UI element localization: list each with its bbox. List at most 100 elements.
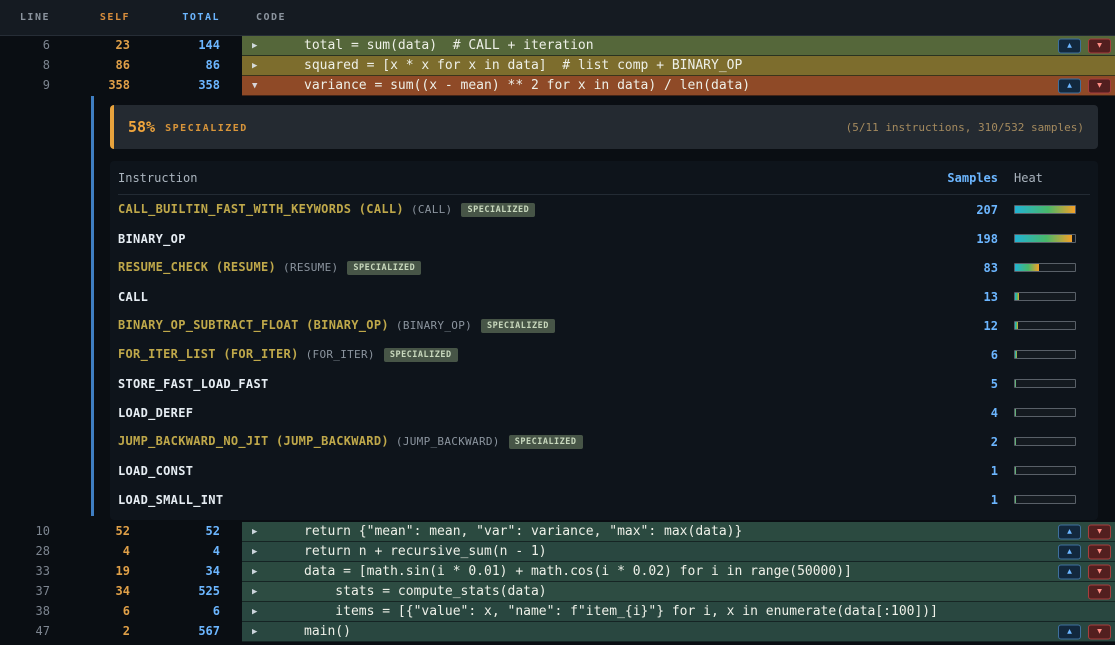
move-down-button[interactable]: ▼ [1088,524,1111,539]
heat-bar-fill [1015,409,1016,416]
heat-bar-fill [1015,467,1016,474]
heat-cell [998,408,1090,417]
heat-bar-fill [1015,351,1017,358]
profiler-app: LINE SELF TOTAL CODE 6 23 144 ▶ total = … [0,0,1115,645]
samples-count: 207 [928,203,998,217]
line-number: 9 [0,76,60,96]
expander-icon[interactable]: ▼ [252,81,268,91]
move-up-button[interactable]: ▲ [1058,564,1081,579]
instruction-row: LOAD_DEREF 4 [118,398,1090,427]
line-number: 28 [0,542,60,562]
total-samples: 34 [140,562,230,582]
expander-icon[interactable]: ▶ [252,41,268,51]
code-cell: ▼ variance = sum((x - mean) ** 2 for x i… [242,76,1115,96]
heat-bar-fill [1015,264,1039,271]
move-down-button[interactable]: ▼ [1088,78,1111,93]
code-line-row[interactable]: 9 358 358 ▼ variance = sum((x - mean) **… [0,76,1115,96]
heat-bar-track [1014,437,1076,446]
expander-icon[interactable]: ▶ [252,527,268,537]
heat-bar-track [1014,321,1076,330]
heat-cell [998,234,1090,243]
instruction-base-opcode: (CALL) [411,203,453,216]
heat-bar-track [1014,408,1076,417]
instruction-name: LOAD_CONST [118,464,928,478]
instruction-table-header: Instruction Samples Heat [118,161,1090,195]
column-header-code: CODE [230,12,286,23]
move-down-button[interactable]: ▼ [1088,584,1111,599]
expander-icon[interactable]: ▶ [252,587,268,597]
instruction-name: RESUME_CHECK (RESUME)(RESUME)SPECIALIZED [118,260,928,275]
self-samples: 2 [60,622,140,642]
instruction-row: RESUME_CHECK (RESUME)(RESUME)SPECIALIZED… [118,253,1090,282]
instruction-row: STORE_FAST_LOAD_FAST 5 [118,369,1090,398]
header-heat: Heat [998,171,1090,185]
move-up-button[interactable]: ▲ [1058,544,1081,559]
line-number: 10 [0,522,60,542]
total-samples: 4 [140,542,230,562]
code-line-row[interactable]: 10 52 52 ▶ return {"mean": mean, "var": … [0,522,1115,542]
instruction-row: BINARY_OP 198 [118,224,1090,253]
code-line-row[interactable]: 38 6 6 ▶ items = [{"value": x, "name": f… [0,602,1115,622]
instruction-name: CALL [118,290,928,304]
heat-bar-fill [1015,293,1019,300]
code-cell: ▶ items = [{"value": x, "name": f"item_{… [242,602,1115,622]
code-line-row[interactable]: 6 23 144 ▶ total = sum(data) # CALL + it… [0,36,1115,56]
specialization-panel: 58% SPECIALIZED (5/11 instructions, 310/… [110,105,1098,520]
expander-icon[interactable]: ▶ [252,61,268,71]
move-up-button[interactable]: ▲ [1058,78,1081,93]
line-number: 37 [0,582,60,602]
instruction-name: CALL_BUILTIN_FAST_WITH_KEYWORDS (CALL) (C… [118,202,928,217]
code-cell: ▶ return n + recursive_sum(n - 1) ▲ ▼ [242,542,1115,562]
total-samples: 567 [140,622,230,642]
move-down-button[interactable]: ▼ [1088,564,1111,579]
code-line-row[interactable]: 47 2 567 ▶ main() ▲ ▼ [0,622,1115,642]
code-cell: ▶ return {"mean": mean, "var": variance,… [242,522,1115,542]
instruction-name-text: CALL [118,290,148,304]
row-buttons: ▼ [1088,584,1111,599]
column-header-row: LINE SELF TOTAL CODE [0,0,1115,36]
expander-icon[interactable]: ▶ [252,567,268,577]
self-samples: 34 [60,582,140,602]
heat-bar-fill [1015,380,1016,387]
code-line-row[interactable]: 37 34 525 ▶ stats = compute_stats(data) … [0,582,1115,602]
instruction-name-text: LOAD_CONST [118,464,193,478]
total-samples: 358 [140,76,230,96]
expander-icon[interactable]: ▶ [252,547,268,557]
specialized-badge: SPECIALIZED [481,319,555,333]
code-cell: ▶ stats = compute_stats(data) ▼ [242,582,1115,602]
move-up-button[interactable]: ▲ [1058,624,1081,639]
move-down-button[interactable]: ▼ [1088,38,1111,53]
code-text: data = [math.sin(i * 0.01) + math.cos(i … [268,564,852,579]
move-up-button[interactable]: ▲ [1058,524,1081,539]
move-down-button[interactable]: ▼ [1088,544,1111,559]
instruction-base-opcode: (RESUME) [283,261,338,274]
samples-count: 83 [928,261,998,275]
line-number: 33 [0,562,60,582]
self-samples: 86 [60,56,140,76]
specialized-badge: SPECIALIZED [461,203,535,217]
instruction-row: FOR_ITER_LIST (FOR_ITER)(FOR_ITER)SPECIA… [118,340,1090,369]
move-down-button[interactable]: ▼ [1088,624,1111,639]
instruction-name-text: STORE_FAST_LOAD_FAST [118,377,269,391]
expander-icon[interactable]: ▶ [252,607,268,617]
move-up-button[interactable]: ▲ [1058,38,1081,53]
instruction-name-text: CALL_BUILTIN_FAST_WITH_KEYWORDS (CALL) [118,202,404,216]
instruction-row: BINARY_OP_SUBTRACT_FLOAT (BINARY_OP)(BIN… [118,311,1090,340]
code-text: squared = [x * x for x in data] # list c… [268,58,742,73]
samples-count: 13 [928,290,998,304]
instruction-name: JUMP_BACKWARD_NO_JIT (JUMP_BACKWARD)(JUM… [118,434,928,449]
code-line-row[interactable]: 28 4 4 ▶ return n + recursive_sum(n - 1)… [0,542,1115,562]
self-samples: 358 [60,76,140,96]
column-header-total: TOTAL [140,12,230,23]
total-samples: 52 [140,522,230,542]
self-samples: 23 [60,36,140,56]
expansion-thread-line [91,96,94,516]
samples-count: 198 [928,232,998,246]
column-header-self: SELF [60,12,140,23]
heat-bar-track [1014,234,1076,243]
code-line-row[interactable]: 8 86 86 ▶ squared = [x * x for x in data… [0,56,1115,76]
heat-cell [998,466,1090,475]
code-line-row[interactable]: 33 19 34 ▶ data = [math.sin(i * 0.01) + … [0,562,1115,582]
instruction-name-text: LOAD_SMALL_INT [118,493,223,507]
expander-icon[interactable]: ▶ [252,627,268,637]
